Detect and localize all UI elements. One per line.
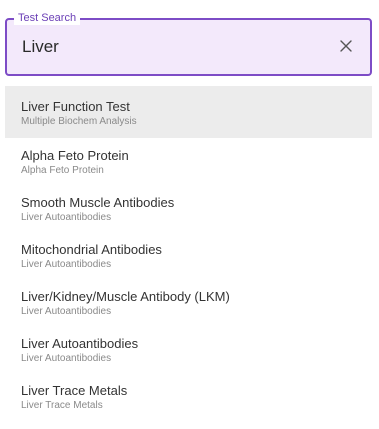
result-subtitle: Liver Autoantibodies	[21, 259, 112, 270]
result-item-liver-trace-metals[interactable]: Liver Trace Metals Liver Trace Metals	[5, 373, 372, 420]
search-results-list: Liver Function Test Multiple Biochem Ana…	[5, 86, 372, 420]
test-search-input[interactable]: Liver	[22, 35, 59, 59]
test-search-label: Test Search	[14, 11, 81, 25]
result-subtitle: Multiple Biochem Analysis	[21, 116, 137, 127]
result-subtitle: Liver Autoantibodies	[21, 353, 112, 364]
result-title: Liver Trace Metals	[21, 383, 128, 398]
clear-search-button[interactable]	[336, 36, 356, 56]
result-title: Liver/Kidney/Muscle Antibody (LKM)	[21, 289, 230, 304]
result-subtitle: Liver Trace Metals	[21, 400, 103, 411]
result-item-alpha-feto-protein[interactable]: Alpha Feto Protein Alpha Feto Protein	[5, 138, 372, 185]
result-item-mitochondrial-antibodies[interactable]: Mitochondrial Antibodies Liver Autoantib…	[5, 232, 372, 279]
result-title: Liver Function Test	[21, 99, 130, 114]
result-item-liver-autoantibodies[interactable]: Liver Autoantibodies Liver Autoantibodie…	[5, 326, 372, 373]
result-item-liver-function-test[interactable]: Liver Function Test Multiple Biochem Ana…	[5, 86, 372, 138]
result-subtitle: Liver Autoantibodies	[21, 212, 112, 223]
result-title: Mitochondrial Antibodies	[21, 242, 162, 257]
result-item-smooth-muscle-antibodies[interactable]: Smooth Muscle Antibodies Liver Autoantib…	[5, 185, 372, 232]
result-title: Liver Autoantibodies	[21, 336, 139, 351]
result-title: Alpha Feto Protein	[21, 148, 129, 163]
close-icon	[340, 40, 352, 52]
test-search-field[interactable]: Test Search Liver	[5, 11, 372, 76]
result-subtitle: Alpha Feto Protein	[21, 165, 104, 176]
result-item-lkm-antibody[interactable]: Liver/Kidney/Muscle Antibody (LKM) Liver…	[5, 279, 372, 326]
result-title: Smooth Muscle Antibodies	[21, 195, 175, 210]
result-subtitle: Liver Autoantibodies	[21, 306, 112, 317]
